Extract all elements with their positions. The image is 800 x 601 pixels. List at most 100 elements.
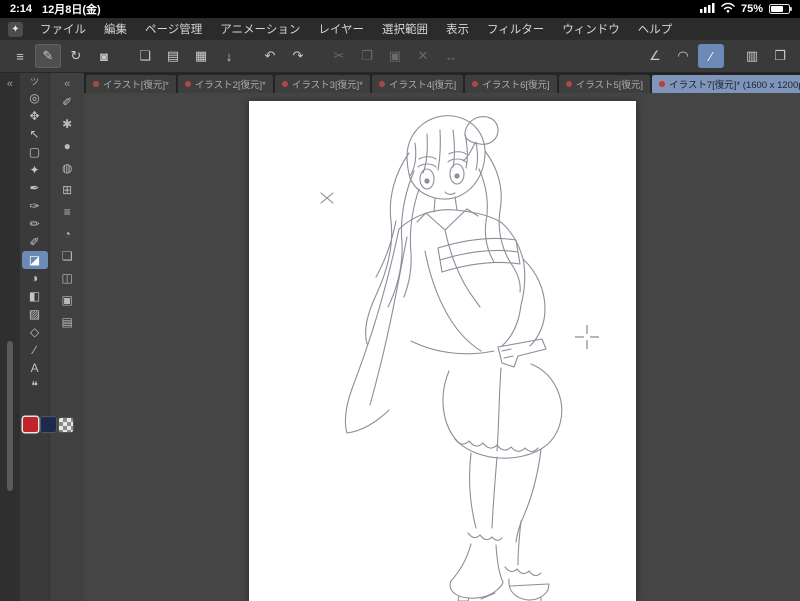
battery-icon xyxy=(769,4,792,14)
canvas-tab[interactable]: イラスト[復元]* xyxy=(86,75,176,93)
selection-tool-icon[interactable]: ▢ xyxy=(22,143,48,161)
tab-modified-dot xyxy=(565,81,572,87)
canvas-tab-active[interactable]: イラスト7[復元]* (1600 x 1200px 72dpi 84.4%) xyxy=(652,75,800,93)
print-icon[interactable]: ▦ xyxy=(188,44,214,68)
palette-icon-dock: « ✐ ✱ ● ◍ ⊞ ≡ ◔ ❏ ◫ ▣ ▤ xyxy=(49,73,84,601)
cut-icon: ✂ xyxy=(333,48,345,63)
layer-palette-icon[interactable]: ❏ xyxy=(53,245,81,267)
transparent-color-swatch[interactable] xyxy=(59,417,73,432)
menu-selection[interactable]: 選択範囲 xyxy=(373,21,437,37)
color-slider-icon[interactable]: ≡ xyxy=(53,201,81,223)
sub-color-swatch[interactable] xyxy=(41,417,56,432)
palette-dock-toggle-icon[interactable]: ▥ xyxy=(739,44,765,68)
cellular-signal-icon xyxy=(699,2,715,16)
illustration-sketch xyxy=(319,115,599,601)
canvas-tab[interactable]: イラスト2[復元]* xyxy=(177,75,273,93)
pencil-tool-icon[interactable]: ✏ xyxy=(22,215,48,233)
color-swatches xyxy=(23,417,73,432)
menu-window[interactable]: ウィンドウ xyxy=(553,21,629,37)
tab-label: イラスト6[復元] xyxy=(482,80,550,91)
tab-modified-dot xyxy=(472,81,479,87)
clip-studio-logo-icon[interactable]: ✦ xyxy=(8,21,23,37)
eyedropper-tool-icon[interactable]: ✒ xyxy=(22,179,48,197)
snap-to-ruler-icon[interactable]: ∠ xyxy=(642,44,668,68)
move-tool-icon[interactable]: ✥ xyxy=(22,107,48,125)
snap-to-special-ruler-icon[interactable]: ◠ xyxy=(670,44,696,68)
color-set-icon[interactable]: ⊞ xyxy=(53,179,81,201)
paste-icon: ▣ xyxy=(388,48,402,63)
date: 12月8日(金) xyxy=(42,4,101,16)
canvas-tab[interactable]: イラスト6[復元] xyxy=(465,75,557,93)
cursor-crosshair-icon xyxy=(574,325,599,349)
workspace: « ツ ◎ ✥ ↖ ▢ ✦ ✒ ✑ ✏ ✐ ◪ ◑ ◧ ▨ ◇ ∕ A ❝ « … xyxy=(0,73,800,601)
redo-icon[interactable]: ↷ xyxy=(285,44,311,68)
rotate-canvas-icon[interactable]: ↻ xyxy=(63,44,89,68)
palette-dock-strip: « xyxy=(0,73,20,601)
collapse-subdock-icon[interactable]: « xyxy=(64,77,70,91)
new-canvas-icon[interactable]: ❏ xyxy=(132,44,158,68)
menu-animation[interactable]: アニメーション xyxy=(211,21,309,37)
canvas-tab[interactable]: イラスト5[復元] xyxy=(558,75,651,93)
menu-view[interactable]: 表示 xyxy=(437,21,478,37)
color-wheel-icon[interactable]: ◍ xyxy=(53,157,81,179)
transform-icon: ↔ xyxy=(444,48,458,64)
auto-select-tool-icon[interactable]: ✦ xyxy=(22,161,48,179)
blend-tool-icon[interactable]: ◑ xyxy=(22,269,48,287)
subtool-palette-icon[interactable]: ✐ xyxy=(53,91,81,113)
menu-filter[interactable]: フィルター xyxy=(478,21,553,37)
tool-palette-title: ツ xyxy=(30,77,40,87)
material-icon[interactable]: ▤ xyxy=(53,311,81,333)
battery-percent: 75% xyxy=(740,3,763,15)
vector-snap-icon[interactable]: ∕ xyxy=(698,44,724,68)
eraser-tool-icon[interactable]: ◪ xyxy=(21,251,48,269)
tab-modified-dot xyxy=(184,81,191,87)
pen-tool-icon[interactable]: ✑ xyxy=(22,197,48,215)
wifi-icon xyxy=(721,2,735,16)
figure-tool-icon[interactable]: ◇ xyxy=(22,323,48,341)
canvas-tab[interactable]: イラスト4[復元] xyxy=(371,75,464,93)
menu-file[interactable]: ファイル xyxy=(31,21,95,37)
page-view-icon[interactable]: ❐ xyxy=(767,44,793,68)
text-tool-icon[interactable]: A xyxy=(22,359,48,377)
edit-canvas-icon[interactable]: ✎ xyxy=(35,44,61,68)
canvas-tab[interactable]: イラスト3[復元]* xyxy=(274,75,370,93)
gradient-tool-icon[interactable]: ▨ xyxy=(22,305,48,323)
balloon-tool-icon[interactable]: ❝ xyxy=(22,377,48,395)
menu-layer[interactable]: レイヤー xyxy=(309,21,373,37)
zoom-tool-icon[interactable]: ◎ xyxy=(22,89,48,107)
ruler-tool-icon[interactable]: ∕ xyxy=(22,341,48,359)
layer-property-icon[interactable]: ◫ xyxy=(53,267,81,289)
fill-tool-icon[interactable]: ◧ xyxy=(22,287,48,305)
object-tool-icon[interactable]: ↖ xyxy=(22,125,48,143)
brush-tool-icon[interactable]: ✐ xyxy=(22,233,48,251)
tab-label: イラスト7[復元]* (1600 x 1200px 72dpi 84.4%) xyxy=(669,80,800,91)
tab-modified-dot xyxy=(378,81,385,87)
collapse-dock-icon[interactable]: « xyxy=(7,77,13,91)
brush-size-icon[interactable]: ● xyxy=(53,135,81,157)
navigator-icon[interactable]: ▣ xyxy=(53,289,81,311)
open-file-icon[interactable]: ▤ xyxy=(160,44,186,68)
clip-studio-paint-app: 2:14 12月8日(金) 75% ✦ ファイル 編集 ページ管理 アニメーショ… xyxy=(0,0,800,601)
tool-property-icon[interactable]: ✱ xyxy=(53,113,81,135)
delete-icon: ✕ xyxy=(417,48,429,63)
color-history-icon[interactable]: ◔ xyxy=(53,223,81,245)
tab-modified-dot xyxy=(281,81,288,87)
menu-page-management[interactable]: ページ管理 xyxy=(136,21,211,37)
drawing-canvas[interactable] xyxy=(248,101,636,601)
status-bar: 2:14 12月8日(金) 75% xyxy=(0,0,800,18)
tab-label: イラスト4[復元] xyxy=(388,80,457,91)
tab-modified-dot xyxy=(659,81,666,87)
main-menu-icon[interactable]: ≡ xyxy=(7,44,33,68)
undo-icon[interactable]: ↶ xyxy=(257,44,283,68)
left-palettes: « ツ ◎ ✥ ↖ ▢ ✦ ✒ ✑ ✏ ✐ ◪ ◑ ◧ ▨ ◇ ∕ A ❝ « … xyxy=(0,73,84,601)
canvas-tab-bar: イラスト[復元]* イラスト2[復元]* イラスト3[復元]* イラスト4[復元… xyxy=(84,73,800,93)
tab-modified-dot xyxy=(93,81,99,87)
camera-import-icon[interactable]: ◙ xyxy=(91,44,117,68)
main-color-swatch[interactable] xyxy=(23,417,38,432)
menu-help[interactable]: ヘルプ xyxy=(629,21,682,37)
export-icon[interactable]: ↓ xyxy=(216,44,242,68)
tab-label: イラスト5[復元] xyxy=(575,80,644,91)
palette-drag-handle[interactable] xyxy=(7,341,13,491)
menu-edit[interactable]: 編集 xyxy=(95,21,136,37)
clock: 2:14 xyxy=(10,3,33,15)
